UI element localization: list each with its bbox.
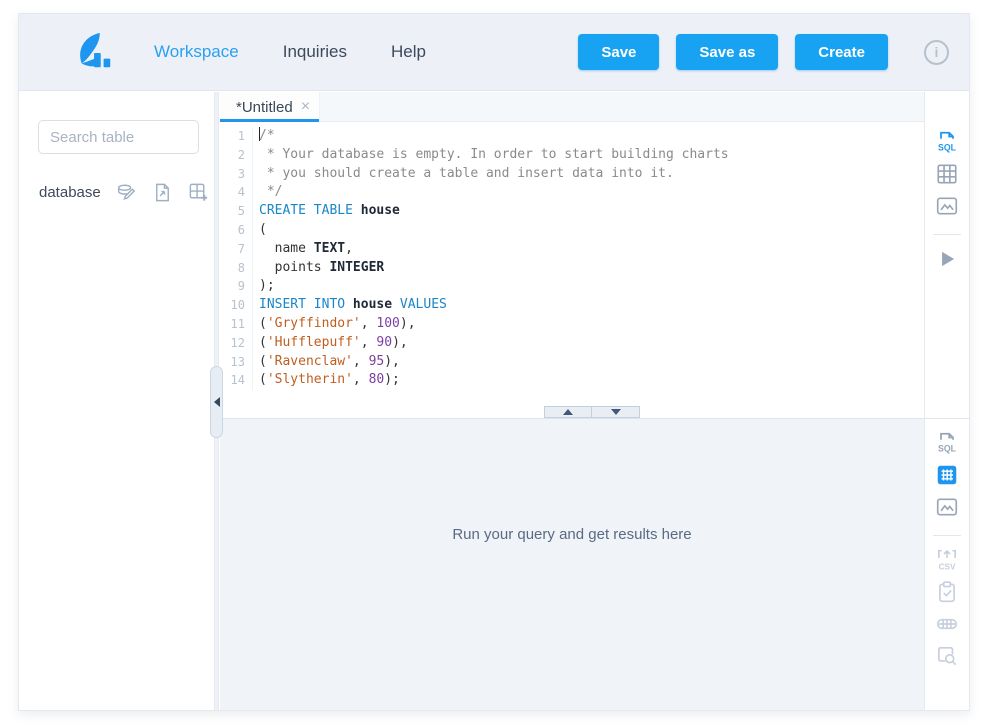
line-number: 4 (220, 183, 253, 202)
line-content: ('Hufflepuff', 90), (253, 334, 408, 353)
line-number: 7 (220, 240, 253, 259)
line-content: * Your database is empty. In order to st… (253, 146, 729, 165)
line-content: ); (253, 277, 275, 296)
line-number: 8 (220, 259, 253, 278)
code-line: 13('Ravenclaw', 95), (220, 353, 924, 372)
line-content: ('Slytherin', 80); (253, 371, 400, 390)
line-content: ('Gryffindor', 100), (253, 315, 416, 334)
sidebar: database (19, 92, 214, 710)
code-line: 11('Gryffindor', 100), (220, 315, 924, 334)
code-line: 6( (220, 221, 924, 240)
code-line: 1/* (220, 127, 924, 146)
line-number: 2 (220, 146, 253, 165)
line-number: 5 (220, 202, 253, 221)
rail-divider (933, 535, 961, 536)
tab-untitled[interactable]: *Untitled × (220, 92, 320, 122)
clipboard-check-icon[interactable] (935, 580, 959, 604)
code-line: 9); (220, 277, 924, 296)
line-number: 3 (220, 165, 253, 184)
nav-link-workspace[interactable]: Workspace (154, 42, 239, 62)
line-number: 14 (220, 371, 253, 390)
main-nav: Workspace Inquiries Help (154, 42, 426, 62)
code-line: 2 * Your database is empty. In order to … (220, 146, 924, 165)
export-csv-icon[interactable]: CSV (935, 548, 959, 572)
header: Workspace Inquiries Help Save Save as Create… (19, 14, 969, 91)
search-table-input[interactable] (38, 120, 199, 154)
code-line: 14('Slytherin', 80); (220, 371, 924, 390)
code-line: 12('Hufflepuff', 90), (220, 334, 924, 353)
expand-results-button[interactable] (592, 406, 640, 418)
arrow-up-icon (563, 409, 573, 415)
database-label: database (39, 184, 101, 201)
nav-link-help[interactable]: Help (391, 42, 426, 62)
code-lines: 1/*2 * Your database is empty. In order … (220, 122, 924, 390)
create-button[interactable]: Create (795, 34, 888, 70)
tab-close-icon[interactable]: × (301, 99, 310, 115)
editor-rail: SQL (924, 92, 969, 418)
line-content: INSERT INTO house VALUES (253, 296, 447, 315)
header-buttons: Save Save as Create (578, 34, 888, 70)
line-number: 13 (220, 353, 253, 372)
rail-divider (933, 234, 961, 235)
line-content: */ (253, 183, 282, 202)
line-content: name TEXT, (253, 240, 353, 259)
line-number: 11 (220, 315, 253, 334)
line-number: 12 (220, 334, 253, 353)
svg-text:CSV: CSV (939, 562, 956, 571)
line-content: ( (253, 221, 267, 240)
collapse-sidebar-handle[interactable] (210, 366, 223, 438)
table-grid-icon[interactable] (935, 463, 959, 487)
sql-file-icon[interactable]: SQL (935, 431, 959, 455)
arrow-down-icon (611, 409, 621, 415)
app-window: Workspace Inquiries Help Save Save as Create… (18, 13, 970, 711)
chart-image-icon[interactable] (935, 495, 959, 519)
save-button[interactable]: Save (578, 34, 659, 70)
import-file-icon[interactable] (152, 182, 173, 203)
chart-image-icon[interactable] (935, 194, 959, 218)
app-logo-icon[interactable] (74, 31, 116, 73)
line-content: ('Ravenclaw', 95), (253, 353, 400, 372)
tab-title: *Untitled (236, 99, 293, 116)
table-grid-icon[interactable] (935, 162, 959, 186)
collapse-arrow-icon (214, 397, 220, 407)
line-content: CREATE TABLE house (253, 202, 400, 221)
line-number: 6 (220, 221, 253, 240)
results-empty-message: Run your query and get results here (452, 526, 691, 543)
line-content: * you should create a table and insert d… (253, 165, 674, 184)
database-row: database (39, 182, 209, 203)
code-line: 10INSERT INTO house VALUES (220, 296, 924, 315)
line-number: 10 (220, 296, 253, 315)
line-number: 9 (220, 277, 253, 296)
code-line: 7 name TEXT, (220, 240, 924, 259)
line-content: points INTEGER (253, 259, 384, 278)
expand-editor-button[interactable] (544, 406, 592, 418)
table-view-icon[interactable] (935, 612, 959, 636)
sql-file-icon[interactable]: SQL (935, 130, 959, 154)
sql-editor[interactable]: 1/*2 * Your database is empty. In order … (220, 122, 924, 418)
info-icon[interactable]: i (924, 40, 949, 65)
results-rail: SQL CSV (924, 418, 969, 710)
code-line: 3 * you should create a table and insert… (220, 165, 924, 184)
code-line: 8 points INTEGER (220, 259, 924, 278)
database-edit-icon[interactable] (116, 182, 137, 203)
svg-text:SQL: SQL (938, 143, 957, 153)
add-table-icon[interactable] (188, 182, 209, 203)
run-query-icon[interactable] (935, 247, 959, 271)
save-as-button[interactable]: Save as (676, 34, 778, 70)
code-line: 5CREATE TABLE house (220, 202, 924, 221)
line-content: /* (253, 127, 275, 146)
line-number: 1 (220, 127, 253, 146)
results-panel: Run your query and get results here (220, 418, 924, 710)
code-line: 4 */ (220, 183, 924, 202)
search-results-icon[interactable] (935, 644, 959, 668)
pane-splitter (544, 406, 640, 418)
svg-text:SQL: SQL (938, 444, 957, 454)
tabstrip: *Untitled × (220, 92, 924, 122)
nav-link-inquiries[interactable]: Inquiries (283, 42, 347, 62)
